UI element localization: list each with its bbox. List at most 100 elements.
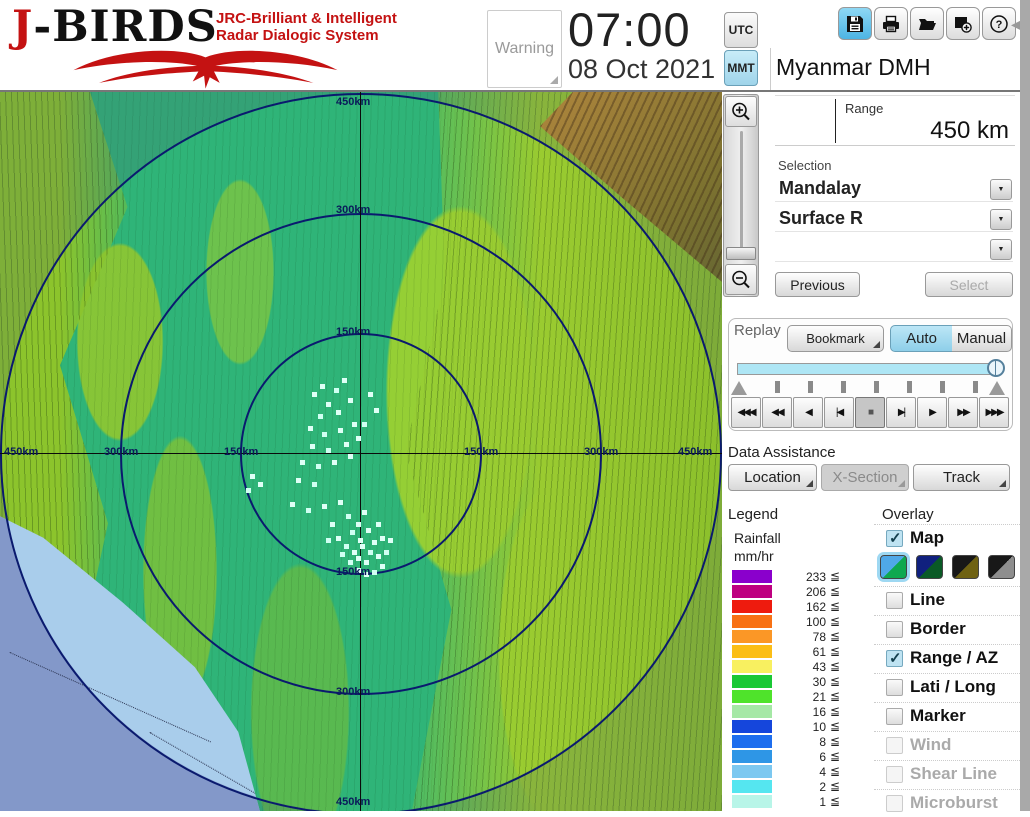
play-reverse-button[interactable]: ◀	[793, 397, 823, 428]
radar-map[interactable]: 450km 300km 150km 150km 300km 450km 450k…	[0, 92, 722, 811]
add-image-button[interactable]	[946, 7, 980, 40]
control-panel: Range 450 km Selection Mandalay ▼ Surfac…	[722, 92, 1020, 812]
legend-value: 100	[805, 615, 826, 629]
station-name: Myanmar DMH	[776, 54, 931, 80]
overlay-item-range-az[interactable]: Range / AZ	[874, 644, 1020, 672]
zoom-slider-track[interactable]	[740, 131, 743, 253]
selection-label: Selection	[778, 158, 832, 173]
fast-forward-button[interactable]: ▶▶	[948, 397, 978, 428]
zoom-slider-handle[interactable]	[726, 247, 756, 260]
map-style-blue-green[interactable]	[880, 555, 907, 579]
fast-rewind-button[interactable]: ◀◀◀	[731, 397, 761, 428]
clock-date: 08 Oct 2021	[568, 54, 716, 84]
warning-label: Warning	[495, 40, 554, 57]
legend-swatch	[732, 765, 772, 778]
legend-value: 6	[819, 750, 826, 764]
warning-button[interactable]: Warning	[487, 10, 562, 88]
toolbar: ?	[838, 7, 1016, 40]
overlay-item-map[interactable]: Map	[874, 524, 1020, 552]
legend-entry: 61 ≦	[730, 644, 860, 659]
location-button[interactable]: Location	[728, 464, 817, 491]
legend-entry: 16 ≦	[730, 704, 860, 719]
select-button[interactable]: Select	[925, 272, 1013, 297]
save-button[interactable]	[838, 7, 872, 40]
product-dropdown-value: Surface R	[779, 208, 864, 228]
mmt-button[interactable]: MMT	[724, 50, 758, 86]
site-dropdown[interactable]: Mandalay ▼	[775, 177, 1013, 202]
chevron-down-icon[interactable]: ▼	[990, 239, 1012, 260]
range-label: Range	[845, 101, 884, 116]
map-style-black-gray[interactable]	[988, 555, 1015, 579]
legend-swatch	[732, 645, 772, 658]
overlay-item-border[interactable]: Border	[874, 615, 1020, 643]
overlay-label: Overlay	[882, 506, 934, 523]
site-dropdown-value: Mandalay	[779, 178, 862, 198]
map-style-navy-darkgreen[interactable]	[916, 555, 943, 579]
ring-label: 150km	[336, 326, 371, 338]
overlay-item-lati-long[interactable]: Lati / Long	[874, 673, 1020, 701]
time-tick	[841, 381, 846, 393]
range-end-marker[interactable]	[989, 381, 1005, 395]
overlay-item-microburst: Microburst	[874, 789, 1020, 817]
utc-button[interactable]: UTC	[724, 12, 758, 48]
track-button[interactable]: Track	[913, 464, 1010, 491]
zoom-in-button[interactable]	[725, 96, 757, 127]
replay-progress-bar[interactable]	[737, 363, 1001, 375]
legend-suffix: ≦	[830, 779, 841, 793]
legend-suffix: ≦	[830, 674, 841, 688]
time-tick	[907, 381, 912, 393]
legend-suffix: ≦	[830, 749, 841, 763]
save-icon	[847, 15, 863, 32]
auto-mode-button[interactable]: Auto	[890, 325, 953, 352]
open-folder-icon	[919, 18, 936, 30]
rewind-button[interactable]: ◀◀	[762, 397, 792, 428]
map-style-black-olive[interactable]	[952, 555, 979, 579]
map-checkbox[interactable]	[886, 529, 903, 547]
legend-value: 1	[819, 795, 826, 809]
border-checkbox[interactable]	[886, 621, 903, 638]
replay-slider-handle[interactable]	[987, 359, 1005, 377]
previous-button[interactable]: Previous	[775, 272, 860, 297]
extra-dropdown[interactable]: ▼	[775, 237, 1013, 262]
manual-mode-button[interactable]: Manual	[952, 325, 1012, 352]
header-bar: J-BIRDS JRC-Brilliant & Intelligent Rada…	[0, 0, 1030, 92]
stop-button[interactable]: ■	[855, 397, 885, 428]
play-button[interactable]: ▶	[917, 397, 947, 428]
overlay-item-line[interactable]: Line	[874, 586, 1020, 614]
overlay-item-label: Lati / Long	[910, 677, 996, 696]
legend-value: 233	[805, 570, 826, 584]
line-checkbox[interactable]	[886, 592, 903, 609]
print-icon	[883, 15, 899, 32]
legend-suffix: ≦	[830, 734, 841, 748]
step-back-button[interactable]: |◀	[824, 397, 854, 428]
replay-group: Replay Bookmark Auto Manual ◀◀◀ ◀◀ ◀ |◀ …	[728, 318, 1013, 431]
chevron-down-icon[interactable]: ▼	[990, 209, 1012, 230]
x-section-button[interactable]: X-Section	[821, 464, 909, 491]
ring-label: 150km	[224, 446, 259, 458]
print-button[interactable]	[874, 7, 908, 40]
skip-forward-button[interactable]: ▶▶▶	[979, 397, 1009, 428]
bookmark-button[interactable]: Bookmark	[787, 325, 884, 352]
step-forward-button[interactable]: ▶|	[886, 397, 916, 428]
ring-label: 150km	[464, 446, 499, 458]
add-image-icon	[955, 16, 972, 33]
data-assistance-label: Data Assistance	[728, 444, 836, 461]
product-dropdown[interactable]: Surface R ▼	[775, 207, 1013, 232]
legend-entry: 4 ≦	[730, 764, 860, 779]
time-tick	[973, 381, 978, 393]
chevron-down-icon[interactable]: ▼	[990, 179, 1012, 200]
open-folder-button[interactable]	[910, 7, 944, 40]
legend-swatch	[732, 675, 772, 688]
overlay-item-shear-line: Shear Line	[874, 760, 1020, 788]
legend-suffix: ≦	[830, 764, 841, 778]
legend-suffix: ≦	[830, 794, 841, 808]
range-start-marker[interactable]	[731, 381, 747, 395]
lati-long-checkbox[interactable]	[886, 679, 903, 696]
legend-value: 61	[812, 645, 826, 659]
overlay-item-marker[interactable]: Marker	[874, 702, 1020, 730]
range-az-checkbox[interactable]	[886, 649, 903, 667]
ring-label: 450km	[4, 446, 39, 458]
legend-entry: 100 ≦	[730, 614, 860, 629]
marker-checkbox[interactable]	[886, 708, 903, 725]
zoom-out-button[interactable]	[725, 264, 757, 295]
